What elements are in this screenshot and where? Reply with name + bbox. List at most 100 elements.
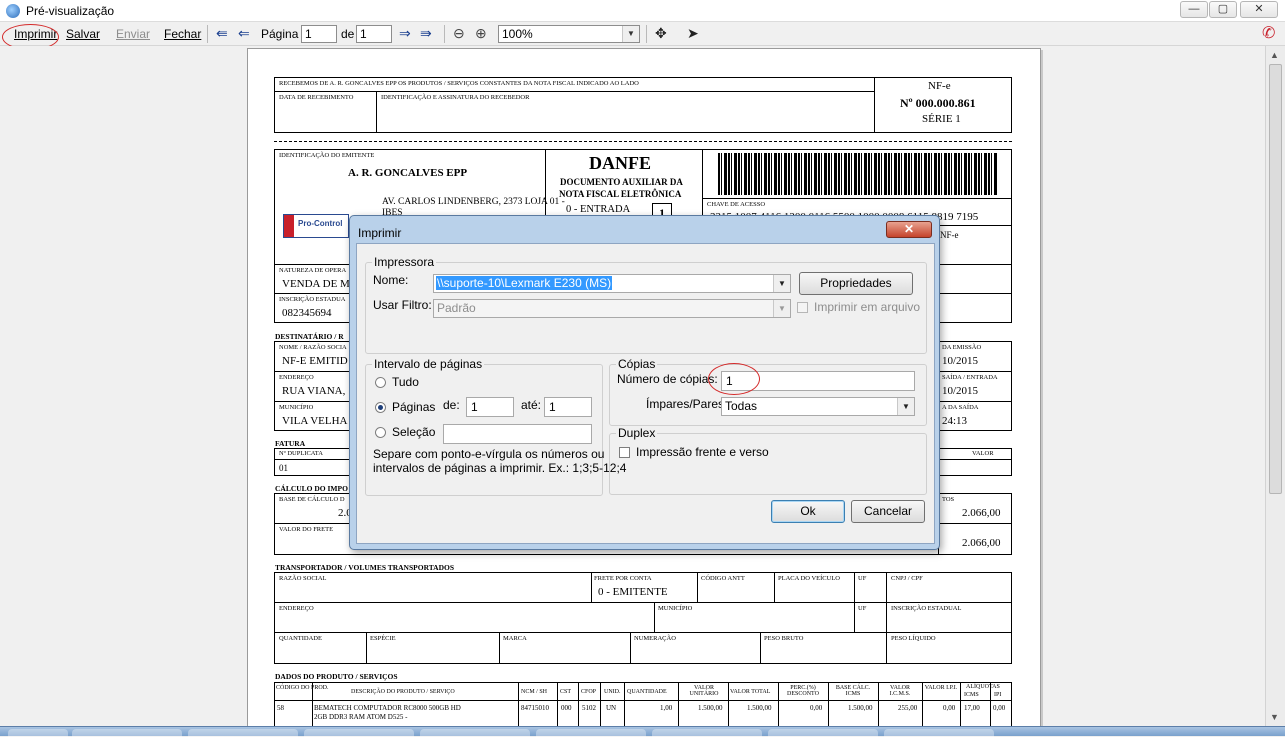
address-label: ENDEREÇO — [279, 374, 314, 381]
nature-value: VENDA DE M — [282, 278, 350, 290]
row-unit: UN — [606, 704, 617, 712]
filter-value: Padrão — [437, 301, 476, 315]
state-reg-label: INSCRIÇÃO ESTADUA — [279, 296, 346, 303]
ok-button[interactable]: Ok — [771, 500, 845, 523]
nfe-number: Nº 000.000.861 — [900, 96, 976, 110]
move-icon[interactable]: ✥ — [655, 25, 667, 42]
col-ncm: NCM / SH — [521, 689, 548, 695]
divider — [274, 700, 1012, 701]
total-products: 2.066,00 — [962, 507, 1001, 519]
row-aliq-icms: 17,00 — [964, 704, 980, 712]
col-description: DESCRIÇÃO DO PRODUTO / SERVIÇO — [351, 689, 455, 695]
col-unit-price: VALOR UNITÁRIO — [689, 685, 719, 697]
properties-button[interactable]: Propriedades — [799, 272, 913, 295]
divider — [760, 632, 761, 664]
col-aliq-icms: ICMS — [964, 692, 979, 698]
dialog-close-button[interactable]: ✕ — [886, 221, 932, 238]
scroll-up-icon[interactable]: ▲ — [1270, 50, 1279, 60]
last-page-icon[interactable]: ⇛ — [420, 25, 432, 42]
to-page-input[interactable] — [544, 397, 592, 417]
row-ipi: 0,00 — [943, 704, 956, 712]
printer-group-title: Impressora — [372, 255, 437, 269]
first-page-icon[interactable]: ⇚ — [216, 25, 228, 42]
table-divider — [960, 682, 961, 727]
all-pages-radio[interactable] — [375, 377, 386, 388]
printer-name-label: Nome: — [373, 273, 409, 287]
scroll-down-icon[interactable]: ▼ — [1270, 712, 1279, 722]
windows-taskbar — [0, 726, 1285, 737]
close-preview-button[interactable]: Fechar — [164, 27, 201, 41]
scroll-thumb[interactable] — [1269, 64, 1282, 494]
zoom-select[interactable]: 100% ▼ — [498, 25, 640, 43]
page-label: Página — [261, 27, 299, 41]
company-logo: Pro-Control — [283, 214, 349, 238]
cancel-button[interactable]: Cancelar — [851, 500, 925, 523]
odd-even-label: Ímpares/Pares: — [646, 397, 728, 411]
maximize-button[interactable]: ▢ — [1209, 1, 1237, 18]
numbering-label: NUMERAÇÃO — [634, 635, 676, 642]
antt-label: CÓDIGO ANTT — [701, 575, 745, 582]
page-input[interactable] — [301, 25, 337, 43]
table-divider — [828, 682, 829, 727]
receipt-sign-label: IDENTIFICAÇÃO E ASSINATURA DO RECEBEDOR — [381, 94, 530, 101]
duplex-checkbox[interactable] — [619, 447, 630, 458]
products-header: DADOS DO PRODUTO / SERVIÇOS — [275, 672, 398, 681]
next-page-icon[interactable]: ⇒ — [399, 25, 411, 42]
divider — [366, 632, 367, 664]
gross-weight-label: PESO BRUTO — [764, 635, 804, 642]
uf-label: UF — [858, 575, 867, 582]
nfe-series: SÉRIE 1 — [922, 113, 961, 125]
col-quantity: QUANTIDADE — [627, 689, 667, 695]
access-key-label: CHAVE DE ACESSO — [707, 201, 766, 208]
of-label: de — [341, 27, 355, 41]
divider — [376, 91, 377, 133]
from-page-input[interactable] — [466, 397, 514, 417]
invoice-header: FATURA — [275, 439, 306, 448]
send-button[interactable]: Enviar — [116, 27, 150, 41]
close-window-button[interactable]: ✕ — [1240, 1, 1278, 18]
col-aliq-ipi: IPI — [994, 692, 1002, 698]
minimize-button[interactable]: — — [1180, 1, 1208, 18]
divider — [854, 572, 855, 632]
pages-radio[interactable] — [375, 402, 386, 413]
issue-label: DA EMISSÃO — [942, 344, 982, 351]
carrier-header: TRANSPORTADOR / VOLUMES TRANSPORTADOS — [275, 563, 455, 572]
odd-even-value: Todas — [725, 399, 758, 413]
issue-value: 10/2015 — [942, 355, 979, 367]
row-discount: 0,00 — [810, 704, 823, 712]
exit-time-label: A DA SAÍDA — [942, 404, 979, 411]
selection-input[interactable] — [443, 424, 592, 444]
pages-label: Páginas — [392, 400, 436, 414]
row-aliq-ipi: 0,00 — [993, 704, 1006, 712]
selection-radio[interactable] — [375, 427, 386, 438]
tax-base-label: BASE DE CÁLCULO D — [279, 496, 345, 503]
divider — [874, 77, 875, 133]
pointer-icon[interactable]: ➤ — [687, 25, 699, 42]
previous-page-icon[interactable]: ⇐ — [238, 25, 250, 42]
table-divider — [578, 682, 579, 727]
species-label: ESPÉCIE — [370, 635, 396, 642]
from-label: de: — [443, 398, 460, 412]
save-button[interactable]: Salvar — [66, 27, 100, 41]
odd-even-select[interactable]: Todas ▼ — [721, 397, 915, 416]
divider — [630, 632, 631, 664]
printer-name-select[interactable]: \\suporte-10\Lexmark E230 (MS) ▼ — [433, 274, 791, 293]
brand-logo-icon: ✆ — [1262, 25, 1276, 42]
filter-select[interactable]: Padrão ▼ — [433, 299, 791, 318]
totals-label: TOS — [942, 496, 955, 503]
freight-value-label: VALOR DO FRETE — [279, 526, 334, 533]
range-hint-2: intervalos de páginas a imprimir. Ex.: 1… — [373, 461, 627, 475]
print-to-file-checkbox[interactable] — [797, 302, 808, 313]
window-title: Pré-visualização — [26, 4, 115, 18]
table-divider — [878, 682, 879, 727]
chevron-down-icon: ▼ — [773, 300, 790, 317]
vertical-scrollbar[interactable]: ▲ ▼ — [1265, 46, 1285, 726]
duplex-title: Duplex — [616, 426, 658, 440]
receipt-text: RECEBEMOS DE A. R. GONCALVES EPP OS PROD… — [279, 80, 639, 87]
address-value: RUA VIANA, — [282, 385, 346, 397]
divider — [654, 602, 655, 632]
zoom-in-icon[interactable]: ⊕ — [475, 25, 487, 42]
danfe-title: DANFE — [589, 153, 651, 173]
zoom-out-icon[interactable]: ⊖ — [453, 25, 465, 42]
danfe-subtitle-1: DOCUMENTO AUXILIAR DA — [560, 177, 683, 187]
